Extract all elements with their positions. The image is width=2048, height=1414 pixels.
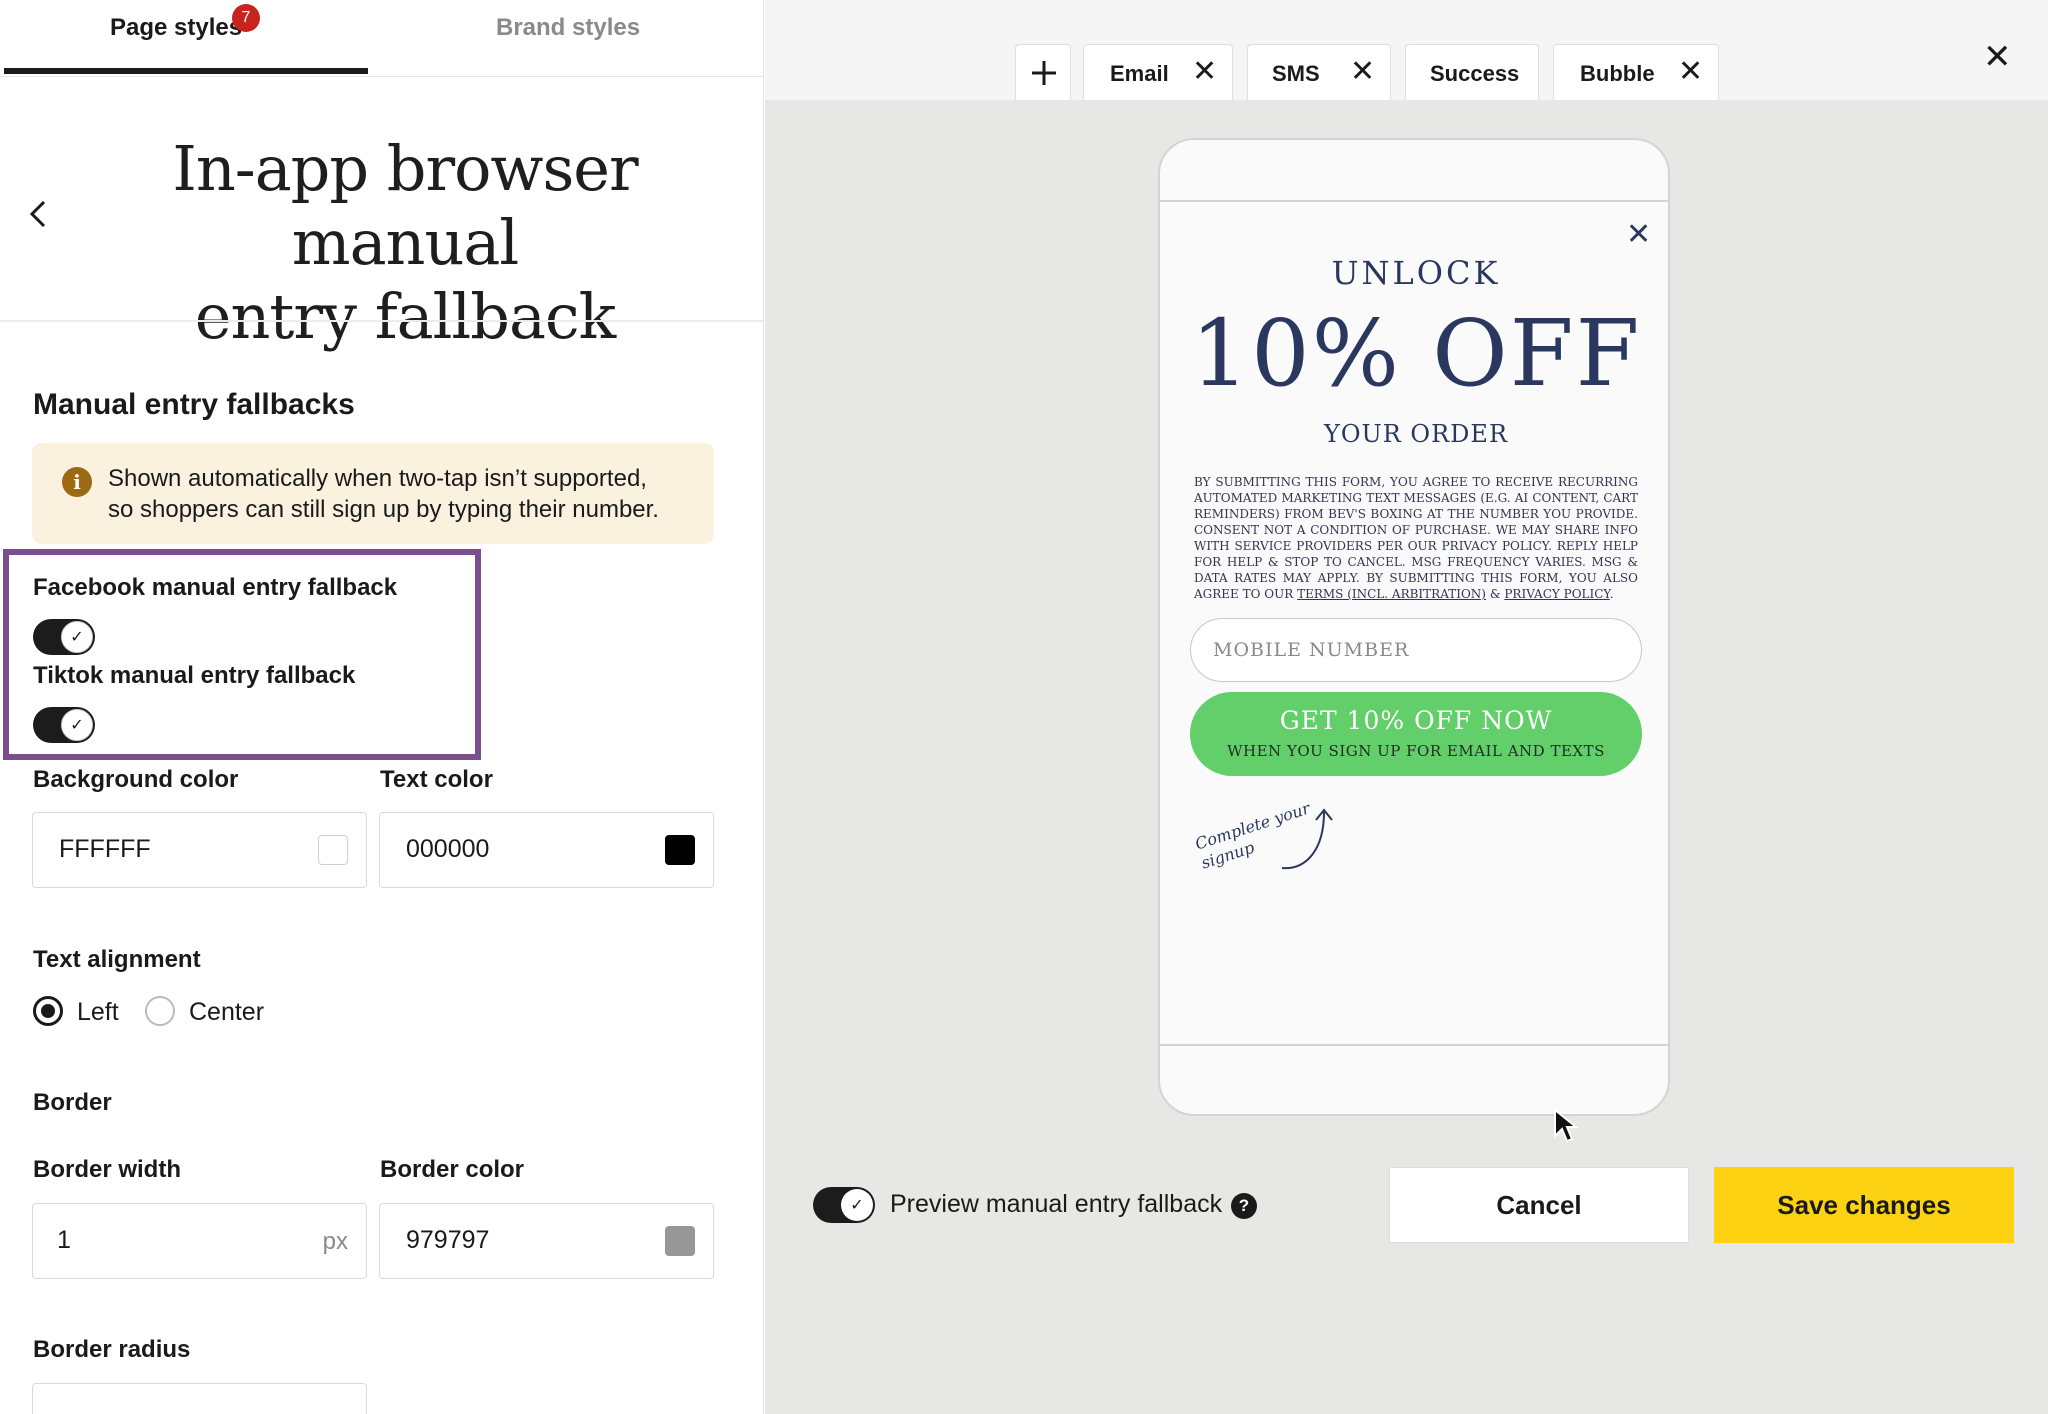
popup-offer-text: 10% OFF — [1190, 300, 1642, 407]
phone-bottom-divider — [1160, 1044, 1668, 1046]
close-icon[interactable]: ✕ — [1350, 57, 1375, 87]
border-heading: Border — [33, 1089, 112, 1116]
mobile-number-input[interactable]: MOBILE NUMBER — [1190, 618, 1642, 682]
tab-bubble-label: Bubble — [1580, 61, 1655, 86]
background-color-swatch[interactable] — [318, 835, 348, 865]
tab-email-label: Email — [1110, 61, 1169, 86]
settings-panel: Page styles 7 Brand styles In-app browse… — [0, 0, 764, 1414]
mouse-cursor-icon — [1554, 1108, 1579, 1143]
border-color-field[interactable]: 979797 — [379, 1203, 714, 1279]
style-tabs: Page styles 7 Brand styles — [0, 0, 763, 77]
check-icon: ✓ — [61, 709, 93, 741]
check-icon: ✓ — [61, 621, 93, 653]
get-offer-button[interactable]: GET 10% OFF NOW WHEN YOU SIGN UP FOR EMA… — [1190, 692, 1642, 776]
align-left-label: Left — [77, 998, 119, 1026]
close-icon[interactable]: ✕ — [1192, 57, 1217, 87]
border-color-label: Border color — [380, 1156, 525, 1183]
popup-unlock-text: UNLOCK — [1331, 254, 1501, 292]
handwritten-note: Complete your signup — [1193, 799, 1366, 890]
popup-your-order-text: YOUR ORDER — [1323, 420, 1509, 448]
phone-preview: ✕ UNLOCK 10% OFF YOUR ORDER By submittin… — [1158, 138, 1670, 1116]
border-width-label: Border width — [33, 1156, 181, 1183]
privacy-link[interactable]: Privacy Policy — [1504, 587, 1609, 601]
tab-success[interactable]: Success — [1405, 44, 1539, 100]
tab-success-label: Success — [1430, 61, 1520, 86]
chevron-left-icon — [29, 200, 46, 228]
notice-text: Shown automatically when two-tap isn’t s… — [108, 463, 708, 525]
manual-entry-heading: Manual entry fallbacks — [33, 388, 355, 421]
close-editor-icon[interactable]: ✕ — [1983, 40, 2012, 74]
active-tab-indicator — [4, 68, 368, 74]
legal-and: & — [1489, 587, 1501, 601]
plus-icon — [1032, 61, 1056, 85]
border-radius-label: Border radius — [33, 1336, 191, 1363]
notice-line2: so shoppers can still sign up by typing … — [108, 496, 659, 523]
background-color-value: FFFFFF — [59, 835, 151, 863]
tab-email[interactable]: Email ✕ — [1083, 44, 1233, 100]
close-icon[interactable]: ✕ — [1678, 57, 1703, 87]
tiktok-fallback-label: Tiktok manual entry fallback — [33, 662, 356, 689]
tiktok-fallback-toggle[interactable]: ✓ — [33, 707, 95, 743]
page-title-line1: In-app browser manual — [172, 132, 638, 279]
border-color-value: 979797 — [406, 1226, 490, 1254]
info-icon: i — [62, 467, 92, 497]
editor-root: Page styles 7 Brand styles In-app browse… — [0, 0, 2048, 1414]
save-changes-button[interactable]: Save changes — [1714, 1167, 2014, 1243]
background-color-field[interactable]: FFFFFF — [32, 812, 367, 888]
text-color-value: 000000 — [406, 835, 490, 863]
text-color-swatch[interactable] — [665, 835, 695, 865]
legal-end: . — [1609, 587, 1614, 601]
tab-page-styles[interactable]: Page styles — [110, 14, 242, 42]
phone-top-divider — [1160, 200, 1668, 202]
border-width-unit: px — [322, 1228, 348, 1255]
popup-close-icon[interactable]: ✕ — [1626, 220, 1651, 250]
preview-fallback-label: Preview manual entry fallback — [890, 1190, 1223, 1218]
page-title-line2: entry fallback — [194, 280, 616, 353]
background-color-label: Background color — [33, 766, 239, 793]
add-step-button[interactable] — [1015, 44, 1071, 100]
align-left-radio[interactable] — [33, 996, 63, 1026]
divider — [0, 320, 763, 322]
cta-main-text: GET 10% OFF NOW — [1279, 706, 1553, 735]
legal-body: By submitting this form, you agree to re… — [1194, 475, 1638, 601]
tab-brand-styles-label: Brand styles — [496, 14, 641, 41]
cancel-button[interactable]: Cancel — [1389, 1167, 1689, 1243]
info-notice: i Shown automatically when two-tap isn’t… — [32, 443, 714, 544]
arrow-up-icon — [1281, 808, 1333, 870]
text-color-label: Text color — [380, 766, 493, 793]
align-center-radio[interactable] — [145, 996, 175, 1026]
align-center-label: Center — [189, 998, 265, 1026]
tab-page-styles-label: Page styles — [110, 14, 243, 41]
back-button[interactable] — [24, 196, 54, 232]
notice-line1: Shown automatically when two-tap isn’t s… — [108, 465, 647, 492]
popup-legal-text: By submitting this form, you agree to re… — [1194, 474, 1638, 602]
help-icon[interactable]: ? — [1231, 1193, 1257, 1219]
preview-area: Email ✕ SMS ✕ Success Bubble ✕ ✕ ✕ UNLOC… — [765, 0, 2048, 1414]
preview-fallback-toggle[interactable]: ✓ — [813, 1187, 875, 1223]
border-radius-field[interactable] — [32, 1383, 367, 1414]
tab-bubble[interactable]: Bubble ✕ — [1553, 44, 1719, 100]
notification-badge: 7 — [232, 4, 260, 32]
text-alignment-label: Text alignment — [33, 946, 201, 973]
border-color-swatch[interactable] — [665, 1226, 695, 1256]
text-color-field[interactable]: 000000 — [379, 812, 714, 888]
tab-sms-label: SMS — [1272, 61, 1320, 86]
terms-link[interactable]: Terms (incl. arbitration) — [1297, 587, 1486, 601]
tab-brand-styles[interactable]: Brand styles — [496, 14, 640, 42]
cta-sub-text: WHEN YOU SIGN UP FOR EMAIL AND TEXTS — [1227, 742, 1605, 760]
border-width-field[interactable]: 1 px — [32, 1203, 367, 1279]
facebook-fallback-label: Facebook manual entry fallback — [33, 574, 398, 601]
facebook-fallback-toggle[interactable]: ✓ — [33, 619, 95, 655]
check-icon: ✓ — [841, 1189, 873, 1221]
border-width-value: 1 — [57, 1226, 71, 1254]
mobile-number-placeholder: MOBILE NUMBER — [1213, 639, 1410, 661]
tab-sms[interactable]: SMS ✕ — [1247, 44, 1391, 100]
